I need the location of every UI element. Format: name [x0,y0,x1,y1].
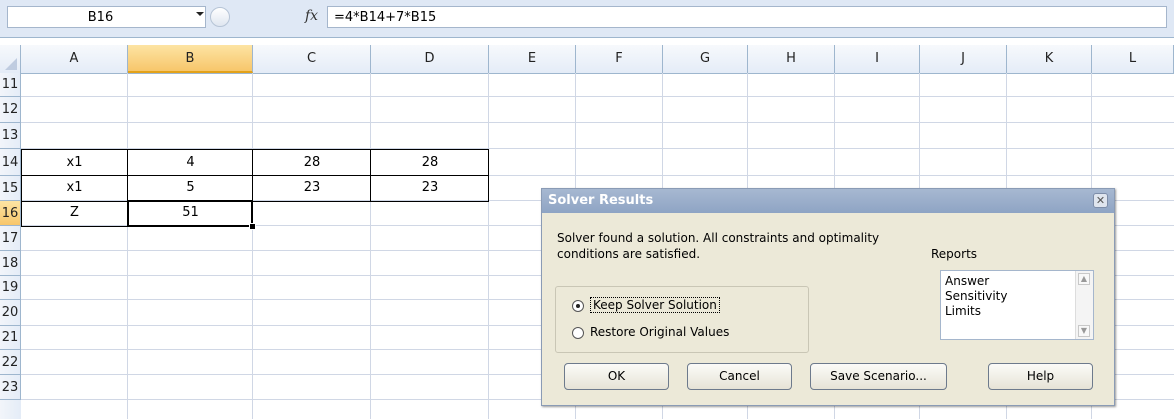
row-header-13[interactable]: 13 [0,123,21,149]
result-message-line: conditions are satisfied. [557,247,701,261]
result-message: Solver found a solution. All constraints… [557,230,917,262]
reports-listbox[interactable]: Answer Sensitivity Limits ▲ ▼ [940,270,1094,340]
reports-label: Reports [931,247,978,261]
cell-a15[interactable]: x1 [21,180,128,195]
close-icon[interactable]: ✕ [1093,193,1108,208]
dialog-title: Solver Results [548,193,654,208]
chevron-down-icon[interactable] [196,12,204,16]
restore-values-radio[interactable] [572,327,584,339]
fill-handle[interactable] [249,223,256,230]
dialog-title-bar[interactable]: Solver Results ✕ [542,189,1114,213]
gridline [252,73,253,419]
scroll-down-icon[interactable]: ▼ [1078,325,1090,337]
cell-b15[interactable]: 5 [128,180,253,195]
formula-text: =4*B14+7*B15 [334,10,437,25]
column-header-c[interactable]: C [253,45,371,73]
row-header-20[interactable]: 20 [0,300,21,326]
column-header-e[interactable]: E [489,45,576,73]
cell-a16[interactable]: Z [21,205,128,220]
gridline [127,73,128,419]
solver-results-dialog: Solver Results ✕ Solver found a solution… [541,188,1115,406]
name-box-value: B16 [87,10,114,25]
row-header-18[interactable]: 18 [0,251,21,276]
report-limits[interactable]: Limits [945,304,981,318]
table-border [21,175,489,176]
formula-input[interactable]: =4*B14+7*B15 [327,6,1167,28]
column-header-i[interactable]: I [835,45,920,73]
row-header-12[interactable]: 12 [0,97,21,123]
column-header-f[interactable]: F [576,45,663,73]
cell-d15[interactable]: 23 [371,180,489,195]
keep-solution-label[interactable]: Keep Solver Solution [590,297,720,313]
result-message-line: Solver found a solution. All constraints… [557,231,880,245]
ok-button[interactable]: OK [564,363,669,390]
cell-d14[interactable]: 28 [371,155,489,170]
row-header-bar: 11 12 13 14 15 16 17 18 19 20 21 22 23 [0,73,21,419]
report-sensitivity[interactable]: Sensitivity [945,289,1007,303]
row-header-19[interactable]: 19 [0,276,21,300]
column-header-g[interactable]: G [663,45,748,73]
column-header-h[interactable]: H [748,45,835,73]
scroll-up-icon[interactable]: ▲ [1078,273,1090,285]
cell-c14[interactable]: 28 [253,155,371,170]
column-header-j[interactable]: J [920,45,1007,73]
fx-icon[interactable]: fx [305,8,318,24]
row-header-21[interactable]: 21 [0,326,21,350]
column-header-l[interactable]: L [1092,45,1174,73]
reports-scrollbar[interactable]: ▲ ▼ [1075,271,1093,339]
row-header-11[interactable]: 11 [0,73,21,97]
column-header-b[interactable]: B [128,45,253,73]
report-answer[interactable]: Answer [945,274,989,288]
column-header-bar: A B C D E F G H I J K L [0,45,1174,74]
restore-values-label[interactable]: Restore Original Values [590,325,729,339]
row-header-22[interactable]: 22 [0,350,21,375]
cell-c15[interactable]: 23 [253,180,371,195]
select-all-button[interactable] [0,45,21,73]
column-header-d[interactable]: D [371,45,489,73]
radio-selected-dot [576,304,580,308]
help-button[interactable]: Help [988,363,1093,390]
cell-b14[interactable]: 4 [128,155,253,170]
cell-a14[interactable]: x1 [21,155,128,170]
row-header-15[interactable]: 15 [0,176,21,201]
name-box[interactable]: B16 [7,6,206,28]
insert-function-circle-icon[interactable] [210,7,230,27]
gridline [370,73,371,419]
keep-solution-radio[interactable] [572,300,584,312]
gridline [21,122,1174,123]
formula-bar: B16 fx =4*B14+7*B15 [0,0,1174,38]
row-header-14[interactable]: 14 [0,149,21,176]
save-scenario-button[interactable]: Save Scenario... [810,363,947,390]
gridline [488,73,489,419]
column-header-k[interactable]: K [1007,45,1092,73]
row-header-17[interactable]: 17 [0,226,21,251]
cancel-button[interactable]: Cancel [687,363,792,390]
corner-triangle-icon [5,58,17,70]
cell-b16[interactable]: 51 [128,205,253,220]
column-header-a[interactable]: A [21,45,128,73]
solution-options-group: Keep Solver Solution Restore Original Va… [555,286,809,353]
gridline [21,96,1174,97]
row-header-16[interactable]: 16 [0,201,21,226]
row-header-23[interactable]: 23 [0,375,21,400]
